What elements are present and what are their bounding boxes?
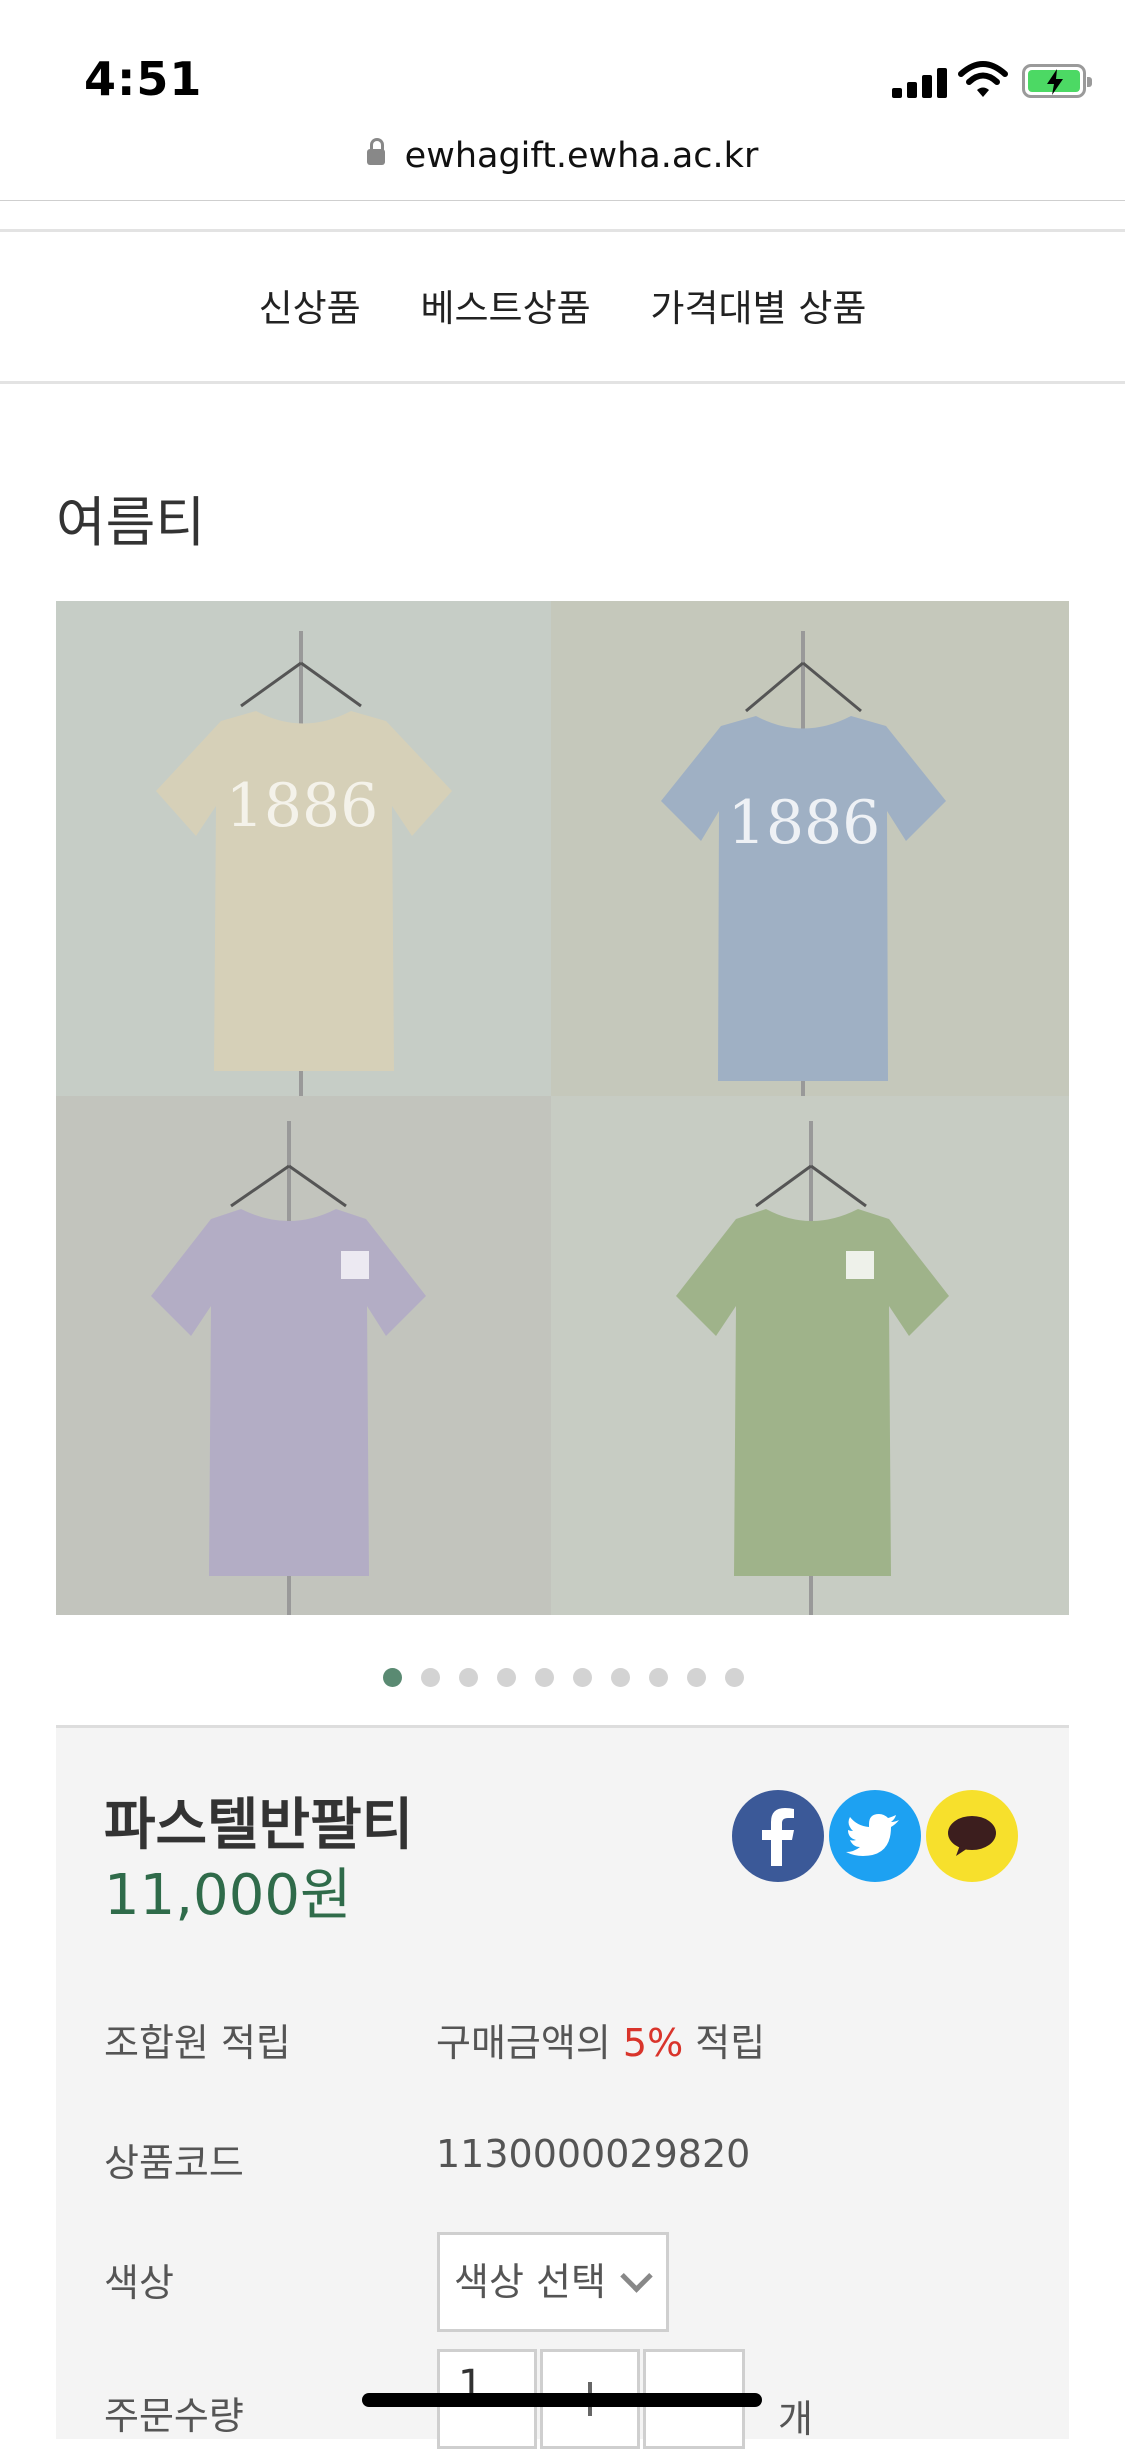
carousel-pagination (0, 1668, 1125, 1690)
divider (0, 229, 1125, 232)
points-rate: 5% (622, 2021, 684, 2065)
facebook-share-button[interactable] (732, 1790, 824, 1882)
battery-charging-icon (1022, 64, 1092, 98)
nav-item-best[interactable]: 베스트상품 (420, 287, 590, 330)
nav-item-price-range[interactable]: 가격대별 상품 (650, 287, 866, 330)
product-name: 파스텔반팔티 (104, 1793, 414, 1858)
carousel-dot[interactable] (420, 1668, 440, 1687)
chevron-down-icon (620, 2260, 653, 2293)
carousel-dot[interactable] (686, 1668, 706, 1687)
kakaotalk-share-button[interactable] (926, 1790, 1018, 1882)
quantity-label: 주문수량 (104, 2394, 244, 2438)
home-indicator[interactable] (362, 2393, 762, 2407)
points-value: 구매금액의 5% 적립 (436, 2021, 766, 2065)
carousel-dot[interactable] (572, 1668, 592, 1687)
cellular-signal-icon (892, 68, 948, 98)
product-price: 11,000원 (104, 1863, 352, 1928)
carousel-dot[interactable] (648, 1668, 668, 1687)
color-select[interactable]: 색상 선택 (437, 2232, 669, 2332)
carousel-dot[interactable] (458, 1668, 478, 1687)
points-label: 조합원 적립 (104, 2021, 291, 2065)
facebook-icon (762, 1808, 794, 1866)
divider (0, 200, 1125, 201)
address-bar[interactable]: ewhagift.ewha.ac.kr (0, 136, 1125, 176)
carousel-dot[interactable] (610, 1668, 630, 1687)
carousel-dot[interactable] (534, 1668, 554, 1687)
product-info: 파스텔반팔티 11,000원 조합원 적립 구매금액의 5% 적립 상품코드 1… (56, 1725, 1069, 2449)
shirt-print: 1886 (226, 771, 379, 841)
color-label: 색상 (104, 2261, 174, 2305)
url-text: ewhagift.ewha.ac.kr (404, 136, 759, 176)
category-nav: 신상품 베스트상품 가격대별 상품 (0, 278, 1125, 332)
product-code-value: 1130000029820 (436, 2132, 751, 2176)
shirt-print: 1886 (728, 788, 881, 858)
twitter-share-button[interactable] (829, 1790, 921, 1882)
carousel-dot[interactable] (724, 1668, 744, 1687)
carousel-dot[interactable] (496, 1668, 516, 1687)
status-time: 4:51 (84, 52, 203, 106)
nav-item-new[interactable]: 신상품 (259, 287, 361, 330)
color-select-value: 색상 선택 (454, 2260, 606, 2304)
twitter-icon (846, 1814, 899, 1856)
product-image[interactable]: 1886 1886 (56, 601, 1069, 1615)
lock-icon (366, 138, 385, 165)
divider (0, 381, 1125, 384)
quantity-unit: 개 (778, 2397, 813, 2441)
kakaotalk-icon (948, 1816, 996, 1856)
carousel-dot[interactable] (382, 1668, 402, 1687)
category-title: 여름티 (56, 491, 206, 554)
wifi-icon (958, 60, 1008, 100)
product-code-label: 상품코드 (104, 2141, 244, 2185)
